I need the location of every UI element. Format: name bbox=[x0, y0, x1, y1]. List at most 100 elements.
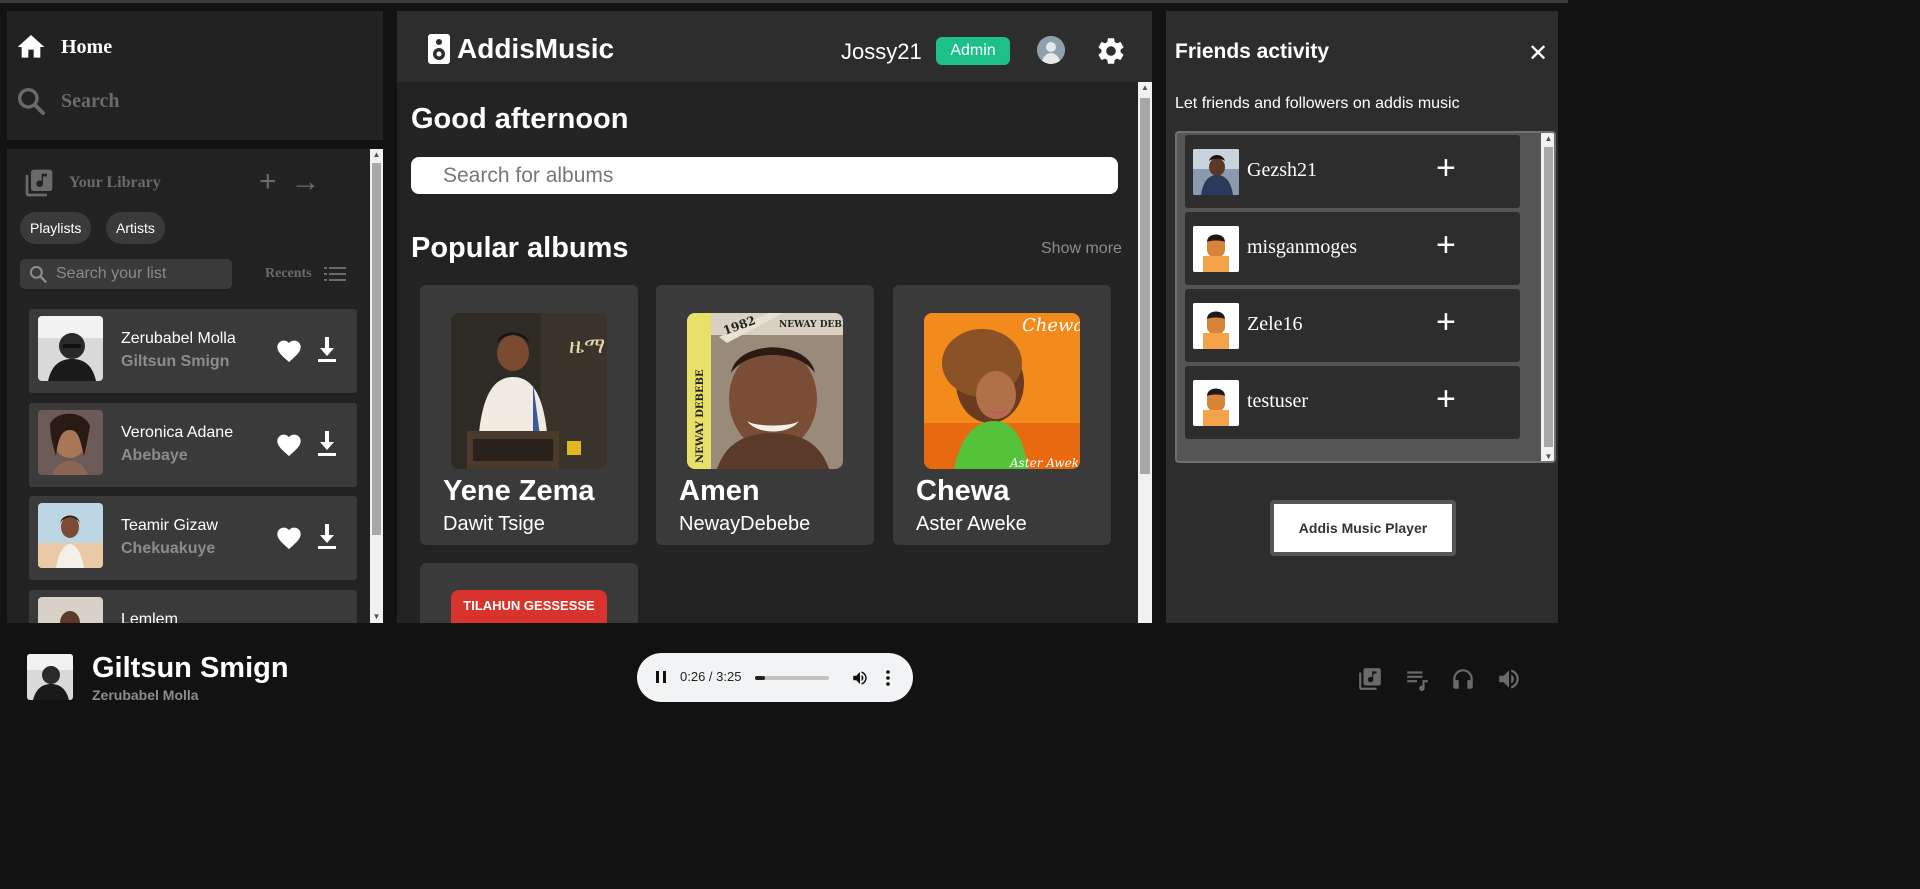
friend-item: testuser + bbox=[1185, 366, 1520, 439]
nav-panel: Home Search bbox=[7, 11, 383, 140]
volume-icon[interactable] bbox=[851, 669, 869, 687]
svg-text:NEWAY DEBEBE: NEWAY DEBEBE bbox=[779, 320, 843, 330]
heart-icon[interactable] bbox=[275, 337, 303, 363]
queue-icon[interactable] bbox=[1404, 666, 1430, 692]
friend-avatar bbox=[1193, 303, 1239, 349]
window-top-border bbox=[0, 0, 1568, 3]
now-playing-artwork bbox=[27, 654, 73, 700]
friend-name: Gezsh21 bbox=[1247, 159, 1317, 181]
recents-label: Recents bbox=[265, 266, 312, 281]
seek-bar-progress bbox=[755, 676, 765, 680]
username[interactable]: Jossy21 bbox=[841, 39, 922, 65]
album-title: Amen bbox=[679, 475, 760, 507]
library-icon[interactable] bbox=[1357, 666, 1383, 692]
speaker-icon bbox=[428, 34, 450, 64]
plus-icon[interactable]: + bbox=[1436, 305, 1456, 339]
album-title: Chewa bbox=[916, 475, 1010, 507]
library-scrollbar[interactable]: ▲ ▼ bbox=[370, 149, 383, 623]
album-card[interactable]: NEWAY DEBEBE1982NEWAY DEBEBE Amen NewayD… bbox=[656, 285, 874, 545]
volume-icon[interactable] bbox=[1496, 666, 1522, 692]
svg-text:NEWAY DEBEBE: NEWAY DEBEBE bbox=[695, 369, 706, 463]
addis-music-player-button[interactable]: Addis Music Player bbox=[1270, 500, 1456, 556]
friend-avatar bbox=[1193, 226, 1239, 272]
nav-search[interactable]: Search bbox=[15, 85, 120, 117]
friend-name: misganmoges bbox=[1247, 236, 1357, 258]
close-icon[interactable]: ✕ bbox=[1528, 39, 1548, 68]
nav-home[interactable]: Home bbox=[15, 31, 112, 63]
player-bar: Giltsun Smign Zerubabel Molla 0:26 / 3:2… bbox=[0, 623, 1568, 726]
library-search[interactable] bbox=[20, 259, 232, 289]
chip-playlists[interactable]: Playlists bbox=[20, 212, 92, 244]
album-card[interactable]: ዜማ Yene Zema Dawit Tsige bbox=[420, 285, 638, 545]
nav-search-label: Search bbox=[61, 89, 120, 112]
plus-icon[interactable]: + bbox=[1436, 151, 1456, 185]
brand[interactable]: AddisMusic bbox=[427, 33, 614, 65]
friends-description: Let friends and followers on addis music bbox=[1175, 95, 1460, 112]
top-bar: AddisMusic Jossy21 Admin bbox=[397, 11, 1152, 82]
song-title: Abebaye bbox=[121, 447, 188, 464]
arrow-right-icon[interactable]: → bbox=[291, 167, 321, 197]
plus-icon[interactable]: + bbox=[259, 167, 277, 197]
friends-panel: Friends activity ✕ Let friends and follo… bbox=[1166, 11, 1558, 623]
plus-icon[interactable]: + bbox=[1436, 382, 1456, 416]
album-artist: Dawit Tsige bbox=[443, 513, 545, 535]
scrollbar-thumb[interactable] bbox=[1140, 98, 1150, 474]
friend-name: testuser bbox=[1247, 390, 1309, 412]
album-card[interactable]: Chewa Aster Aweke Chewa Aster Aweke bbox=[893, 285, 1111, 545]
heart-icon[interactable] bbox=[275, 524, 303, 550]
download-icon[interactable] bbox=[317, 337, 337, 363]
search-icon bbox=[18, 88, 45, 115]
friends-scrollbar[interactable]: ▲ ▼ bbox=[1541, 133, 1554, 461]
show-more-link[interactable]: Show more bbox=[1041, 240, 1122, 258]
more-vert-icon[interactable] bbox=[885, 669, 891, 687]
headphones-icon[interactable] bbox=[1450, 666, 1476, 692]
album-artist: NewayDebebe bbox=[679, 513, 811, 535]
svg-text:ዜማ: ዜማ bbox=[569, 334, 605, 359]
scrollbar-thumb[interactable] bbox=[372, 163, 381, 535]
download-icon[interactable] bbox=[317, 431, 337, 457]
album-search-input[interactable] bbox=[411, 157, 1118, 194]
recents-sort[interactable]: Recents bbox=[265, 266, 346, 282]
friend-name: Zele16 bbox=[1247, 313, 1303, 335]
friends-list: Gezsh21 + misganmoges + Zele16 + testuse… bbox=[1175, 131, 1556, 463]
main-scrollbar[interactable]: ▲ bbox=[1138, 82, 1152, 623]
song-artwork bbox=[38, 503, 103, 568]
album-cover: TILAHUN GESSESSE bbox=[451, 590, 607, 623]
scrollbar-thumb[interactable] bbox=[1544, 147, 1553, 447]
library-song[interactable]: Veronica Adane Abebaye bbox=[29, 403, 357, 487]
download-icon[interactable] bbox=[317, 524, 337, 550]
main-content: AddisMusic Jossy21 Admin Good afternoon … bbox=[397, 11, 1152, 623]
gear-icon[interactable] bbox=[1095, 35, 1127, 67]
song-artist: Veronica Adane bbox=[121, 424, 234, 441]
album-cover: ዜማ bbox=[451, 313, 607, 469]
library-header[interactable]: Your Library bbox=[23, 167, 161, 199]
playback-time: 0:26 / 3:25 bbox=[680, 669, 742, 684]
pause-icon[interactable] bbox=[655, 670, 667, 684]
friend-avatar bbox=[1193, 380, 1239, 426]
album-card[interactable]: TILAHUN GESSESSE bbox=[420, 563, 638, 623]
scroll-up-arrow[interactable]: ▲ bbox=[370, 149, 383, 161]
library-song[interactable]: Zerubabel Molla Giltsun Smign bbox=[29, 309, 357, 393]
song-title: Giltsun Smign bbox=[121, 353, 230, 370]
album-title: Yene Zema bbox=[443, 475, 595, 507]
scroll-up-arrow[interactable]: ▲ bbox=[1541, 133, 1554, 145]
heart-icon[interactable] bbox=[275, 431, 303, 457]
song-title: Chekuakuye bbox=[121, 540, 216, 557]
seek-bar[interactable] bbox=[755, 676, 829, 680]
section-title: Popular albums bbox=[411, 232, 629, 264]
scroll-up-arrow[interactable]: ▲ bbox=[1138, 82, 1152, 94]
chip-artists[interactable]: Artists bbox=[106, 212, 165, 244]
nav-home-label: Home bbox=[61, 35, 113, 58]
library-song[interactable]: Teamir Gizaw Chekuakuye bbox=[29, 496, 357, 580]
avatar[interactable] bbox=[1037, 36, 1065, 64]
plus-icon[interactable]: + bbox=[1436, 228, 1456, 262]
library-song[interactable]: Lemlem bbox=[29, 590, 357, 623]
library-search-input[interactable] bbox=[56, 265, 226, 283]
album-cover: Chewa Aster Aweke bbox=[924, 313, 1080, 469]
home-icon bbox=[17, 35, 45, 58]
scroll-down-arrow[interactable]: ▼ bbox=[1541, 451, 1554, 461]
song-artwork bbox=[38, 597, 103, 623]
audio-player: 0:26 / 3:25 bbox=[637, 653, 913, 702]
svg-text:Chewa: Chewa bbox=[1022, 315, 1080, 336]
scroll-down-arrow[interactable]: ▼ bbox=[370, 611, 383, 623]
